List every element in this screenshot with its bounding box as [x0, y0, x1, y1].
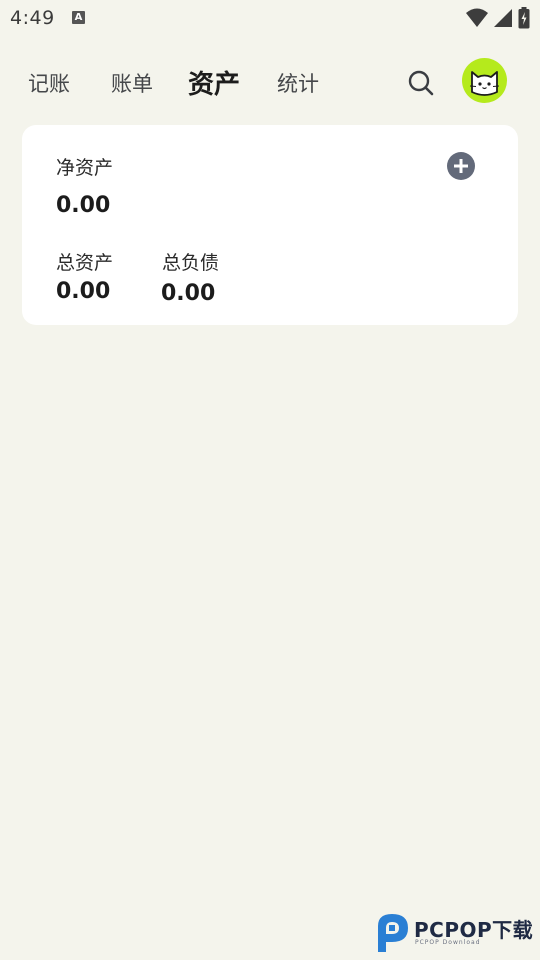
total-assets-label: 总资产 — [56, 252, 114, 274]
tab-statistics[interactable]: 统计 — [277, 68, 319, 98]
top-nav: 记账 账单 资产 统计 — [0, 56, 540, 108]
tab-bills[interactable]: 账单 — [111, 68, 153, 98]
battery-icon — [518, 7, 530, 29]
status-icons — [466, 7, 530, 29]
status-time: 4:49 — [10, 7, 55, 29]
status-bar: 4:49 A — [0, 0, 540, 38]
tab-bookkeeping[interactable]: 记账 — [28, 68, 70, 98]
total-assets-value: 0.00 — [56, 279, 111, 304]
add-account-button[interactable] — [447, 152, 475, 180]
wifi-icon — [466, 8, 488, 27]
search-icon — [408, 70, 434, 96]
total-liabilities-label: 总负债 — [162, 252, 220, 274]
net-assets-label: 净资产 — [56, 157, 114, 179]
search-button[interactable] — [406, 68, 436, 98]
tab-assets[interactable]: 资产 — [188, 64, 240, 101]
watermark-subtext: PCPOP Download — [415, 939, 481, 946]
avatar[interactable] — [462, 58, 507, 103]
signal-icon — [494, 9, 512, 27]
assets-card: 净资产 0.00 总资产 0.00 总负债 0.00 — [22, 125, 518, 325]
watermark: PCPOP下载 PCPOP Download — [374, 912, 540, 954]
total-liabilities-value: 0.00 — [161, 281, 216, 306]
cat-avatar-icon — [469, 71, 500, 96]
net-assets-value: 0.00 — [56, 193, 111, 218]
notification-a-icon: A — [72, 11, 85, 24]
pcpop-logo-icon — [378, 914, 408, 952]
